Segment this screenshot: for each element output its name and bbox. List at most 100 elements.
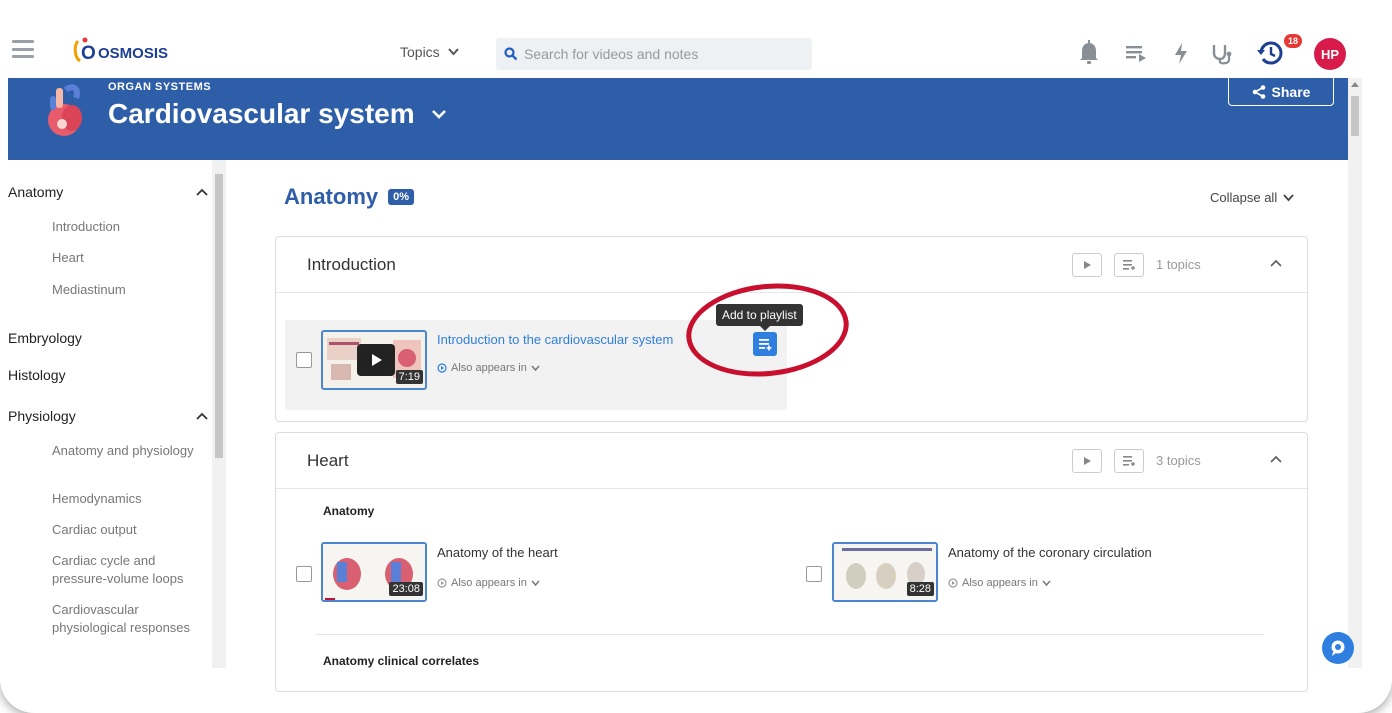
sidebar-item-hemodynamics[interactable]: Hemodynamics	[52, 490, 202, 508]
card-header[interactable]: Heart 3 topics	[276, 433, 1307, 489]
sidebar: Anatomy Introduction Heart Mediastinum E…	[8, 160, 226, 668]
chevron-up-icon[interactable]	[196, 412, 208, 420]
video-thumbnail[interactable]: 23:08	[321, 542, 427, 602]
card-title: Heart	[307, 451, 349, 470]
scrollbar-thumb[interactable]	[1351, 96, 1359, 136]
logo-text: OSMOSIS	[98, 45, 168, 62]
add-all-to-playlist-button[interactable]	[1114, 449, 1144, 473]
scroll-up-icon[interactable]	[1351, 82, 1359, 87]
playlist-icon[interactable]	[1124, 38, 1148, 68]
also-appears-in[interactable]: Also appears in	[948, 577, 1051, 589]
play-icon	[372, 354, 382, 366]
section-title-text: Anatomy	[284, 184, 379, 209]
sidebar-item-anatomy-and-physiology[interactable]: Anatomy and physiology	[52, 442, 202, 460]
video-title[interactable]: Anatomy of the heart	[437, 545, 558, 560]
add-all-to-playlist-button[interactable]	[1114, 253, 1144, 277]
history-badge: 18	[1284, 34, 1302, 48]
chevron-down-icon	[1042, 580, 1051, 586]
play-circle-icon	[437, 363, 447, 373]
sidebar-section-physiology[interactable]: Physiology	[8, 408, 208, 424]
also-appears-label: Also appears in	[451, 362, 527, 374]
topics-count: 3 topics	[1156, 453, 1201, 468]
sidebar-section-label: Histology	[8, 367, 66, 383]
chevron-up-icon[interactable]	[196, 188, 208, 196]
also-appears-label: Also appears in	[451, 577, 527, 589]
page-title-text: Cardiovascular system	[108, 98, 415, 129]
card-title: Introduction	[307, 255, 396, 274]
also-appears-label: Also appears in	[962, 577, 1038, 589]
chevron-up-icon[interactable]	[1270, 259, 1282, 267]
avatar[interactable]: HP	[1314, 38, 1346, 70]
video-thumbnail[interactable]: 7:19	[321, 330, 427, 390]
chevron-down-icon	[531, 580, 540, 586]
topics-dropdown[interactable]: Topics	[400, 44, 459, 60]
collapse-all-button[interactable]: Collapse all	[1210, 190, 1294, 205]
playlist-icon	[1123, 456, 1135, 466]
svg-text:O: O	[81, 43, 96, 64]
video-duration: 8:28	[906, 582, 934, 596]
share-label: Share	[1271, 83, 1311, 100]
sidebar-section-label: Embryology	[8, 330, 82, 346]
topic-card-heart: Heart 3 topics	[275, 432, 1308, 692]
video-checkbox[interactable]	[296, 566, 312, 582]
video-title[interactable]: Anatomy of the coronary circulation	[948, 545, 1152, 560]
sidebar-section-embryology[interactable]: Embryology	[8, 330, 208, 346]
topics-count: 1 topics	[1156, 257, 1201, 272]
divider	[316, 634, 1264, 635]
sidebar-section-histology[interactable]: Histology	[8, 367, 208, 383]
video-duration: 7:19	[395, 370, 423, 384]
play-icon	[1084, 261, 1091, 269]
search-icon	[504, 47, 518, 61]
page-scrollbar[interactable]	[1348, 78, 1362, 668]
play-all-button[interactable]	[1072, 253, 1102, 277]
chat-button[interactable]	[1322, 632, 1354, 664]
sidebar-item-cardiac-output[interactable]: Cardiac output	[52, 521, 202, 539]
sidebar-item-heart[interactable]: Heart	[52, 249, 202, 267]
collapse-all-label: Collapse all	[1210, 190, 1278, 205]
play-all-button[interactable]	[1072, 449, 1102, 473]
video-duration: 23:08	[389, 582, 423, 596]
hamburger-icon[interactable]	[12, 40, 34, 58]
sidebar-item-cardiac-cycle[interactable]: Cardiac cycle and pressure-volume loops	[52, 552, 202, 588]
bell-icon[interactable]	[1078, 38, 1100, 68]
sidebar-scrollbar-thumb[interactable]	[215, 174, 223, 458]
chevron-up-icon[interactable]	[1270, 455, 1282, 463]
chat-icon	[1331, 640, 1345, 656]
sidebar-item-introduction[interactable]: Introduction	[52, 218, 202, 236]
progress-badge: 0%	[388, 189, 415, 205]
also-appears-in[interactable]: Also appears in	[437, 362, 540, 374]
sidebar-item-mediastinum[interactable]: Mediastinum	[52, 281, 202, 299]
search-bar[interactable]	[496, 38, 812, 70]
stethoscope-icon[interactable]	[1210, 38, 1234, 68]
play-circle-icon	[437, 578, 447, 588]
subheading-anatomy: Anatomy	[323, 504, 375, 518]
play-circle-icon	[948, 578, 958, 588]
page-title[interactable]: Cardiovascular system	[108, 98, 447, 130]
video-checkbox[interactable]	[296, 352, 312, 368]
chevron-down-icon	[531, 365, 540, 371]
play-icon	[1084, 457, 1091, 465]
chevron-down-icon[interactable]	[431, 109, 447, 119]
playlist-icon	[1123, 260, 1135, 270]
sidebar-section-anatomy[interactable]: Anatomy	[8, 184, 208, 200]
chevron-down-icon	[1283, 193, 1294, 201]
organ-system-banner: ORGAN SYSTEMS Cardiovascular system Shar…	[8, 78, 1348, 160]
osmosis-logo[interactable]: O OSMOSIS	[72, 36, 182, 64]
video-thumbnail[interactable]: 8:28	[832, 542, 938, 602]
sidebar-item-cardiovascular-responses[interactable]: Cardiovascular physiological responses	[52, 601, 202, 637]
video-checkbox[interactable]	[806, 566, 822, 582]
play-overlay[interactable]	[357, 344, 395, 376]
sidebar-scrollbar[interactable]	[212, 160, 226, 668]
top-bar: O OSMOSIS Topics Search for videos and n…	[0, 0, 1392, 78]
banner-eyebrow: ORGAN SYSTEMS	[108, 81, 212, 93]
video-title[interactable]: Introduction to the cardiovascular syste…	[437, 332, 673, 347]
app-frame: O OSMOSIS Topics Search for videos and n…	[0, 0, 1392, 713]
share-button[interactable]: Share	[1228, 78, 1334, 106]
history-icon[interactable]	[1256, 38, 1284, 68]
heart-illustration	[48, 84, 82, 136]
subheading-anatomy-clinical-correlates: Anatomy clinical correlates	[323, 654, 480, 668]
search-input[interactable]	[524, 46, 804, 62]
also-appears-in[interactable]: Also appears in	[437, 577, 540, 589]
sidebar-section-label: Anatomy	[8, 184, 64, 200]
flash-icon[interactable]	[1172, 38, 1190, 68]
